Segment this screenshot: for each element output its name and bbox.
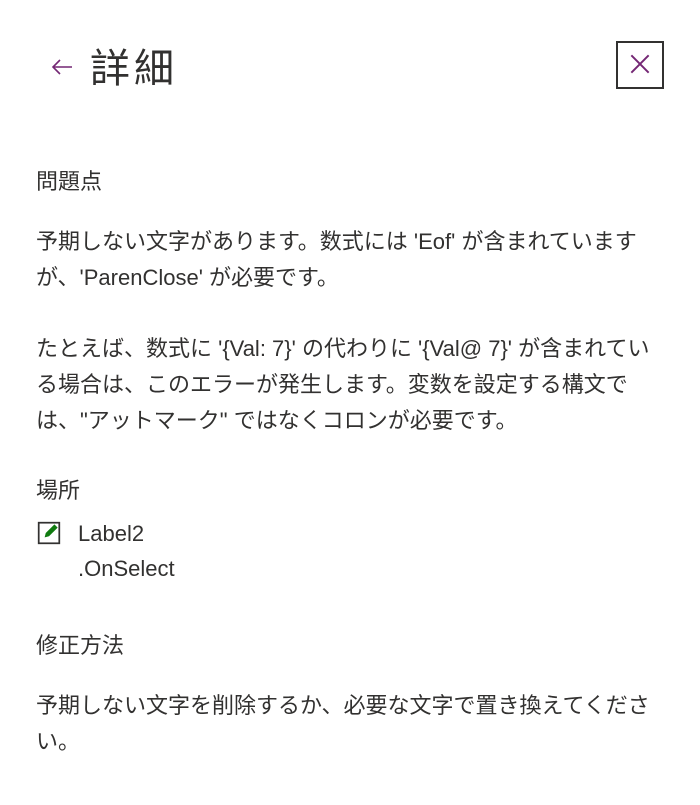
location-text: Label2 .OnSelect — [78, 517, 175, 585]
fix-heading: 修正方法 — [36, 628, 664, 660]
panel-header: 詳細 — [0, 0, 700, 94]
panel-content: 問題点 予期しない文字があります。数式には 'Eof' が含まれていますが、'P… — [0, 94, 700, 760]
location-control: Label2 — [78, 517, 175, 551]
back-icon[interactable] — [50, 55, 74, 79]
issue-paragraph-1: 予期しない文字があります。数式には 'Eof' が含まれていますが、'Paren… — [36, 224, 664, 297]
location-row: Label2 .OnSelect — [36, 517, 664, 585]
location-property: .OnSelect — [78, 552, 175, 586]
issue-heading: 問題点 — [36, 164, 664, 196]
edit-icon[interactable] — [36, 520, 62, 546]
location-heading: 場所 — [36, 473, 664, 505]
issue-paragraph-2: たとえば、数式に '{Val: 7}' の代わりに '{Val@ 7}' が含ま… — [36, 331, 664, 440]
page-title: 詳細 — [90, 36, 178, 94]
close-icon — [627, 51, 653, 80]
close-button[interactable] — [616, 41, 664, 89]
header-left: 詳細 — [50, 36, 178, 94]
fix-paragraph: 予期しない文字を削除するか、必要な文字で置き換えてください。 — [36, 688, 664, 761]
